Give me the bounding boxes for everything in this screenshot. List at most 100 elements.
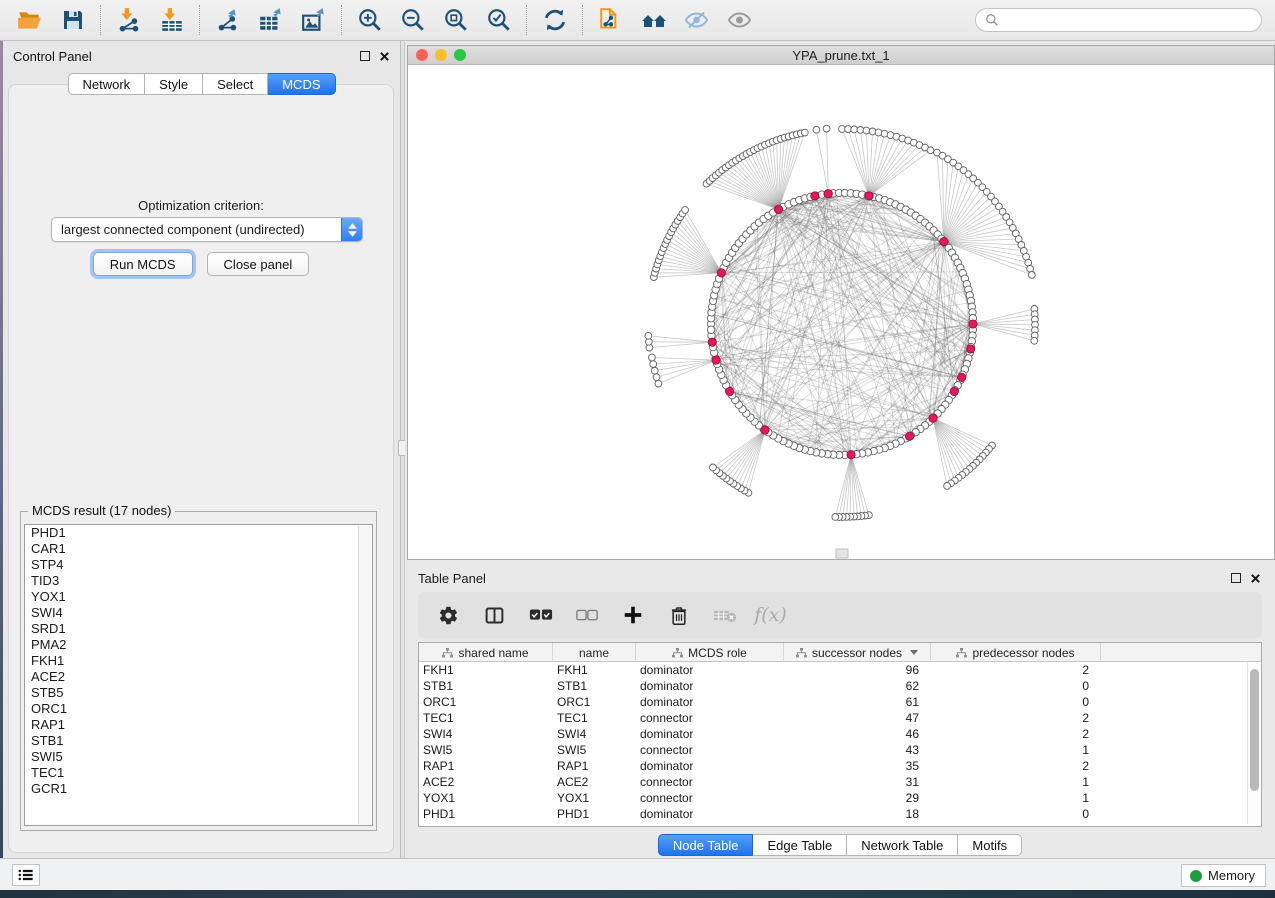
network-canvas[interactable] [408, 65, 1274, 559]
column-header-predecessor-nodes[interactable]: predecessor nodes [931, 643, 1101, 662]
function-builder-button[interactable]: f(x) [752, 597, 789, 633]
import-network-button[interactable] [107, 3, 150, 37]
search-field[interactable] [975, 8, 1262, 32]
table-tab-edge-table[interactable]: Edge Table [753, 834, 847, 856]
run-mcds-button[interactable]: Run MCDS [93, 252, 193, 276]
table-panel: Table Panel [405, 565, 1275, 858]
refresh-view-button[interactable] [533, 3, 576, 37]
mcds-result-list[interactable]: PHD1CAR1STP4TID3YOX1SWI4SRD1PMA2FKH1ACE2… [24, 524, 373, 826]
tab-network[interactable]: Network [67, 73, 145, 95]
mcds-result-item[interactable]: FKH1 [25, 653, 372, 669]
show-all-button[interactable] [718, 3, 761, 37]
column-header-shared-name[interactable]: shared name [419, 643, 553, 662]
cell-shared-name: ACE2 [419, 774, 553, 790]
table-row[interactable]: FKH1FKH1dominator962 [419, 662, 1261, 678]
criterion-dropdown[interactable]: largest connected component (undirected) [51, 217, 363, 242]
mcds-result-item[interactable]: SWI5 [25, 749, 372, 765]
search-input[interactable] [1004, 13, 1261, 27]
save-session-button[interactable] [51, 3, 94, 37]
zoom-out-button[interactable] [391, 3, 434, 37]
hide-selected-button[interactable] [675, 3, 718, 37]
cell-empty [1101, 742, 1261, 758]
mcds-result-item[interactable]: PHD1 [25, 525, 372, 541]
table-vertical-scrollbar[interactable] [1247, 663, 1259, 824]
table-row[interactable]: STB1STB1dominator620 [419, 678, 1261, 694]
close-table-panel-icon[interactable] [1250, 573, 1261, 584]
zoom-in-button[interactable] [348, 3, 391, 37]
mcds-result-item[interactable]: STB5 [25, 685, 372, 701]
memory-button[interactable]: Memory [1181, 864, 1266, 887]
tab-select[interactable]: Select [203, 73, 268, 95]
canvas-splitter-grip[interactable] [836, 549, 848, 558]
split-panel-button[interactable] [476, 597, 513, 633]
export-network-button[interactable] [206, 3, 249, 37]
table-header-row: shared name name MCDS rolesuccessor nodesp… [419, 643, 1261, 662]
cell-name: SWI5 [553, 742, 636, 758]
split-columns-icon [484, 605, 505, 626]
select-all-columns-button[interactable] [522, 597, 559, 633]
table-row[interactable]: SWI5SWI5connector431 [419, 742, 1261, 758]
table-row[interactable]: ACE2ACE2connector311 [419, 774, 1261, 790]
float-panel-icon[interactable] [360, 51, 370, 61]
tab-style[interactable]: Style [145, 73, 203, 95]
column-header-successor-nodes[interactable]: successor nodes [784, 643, 931, 662]
search-icon [985, 13, 999, 27]
mcds-result-item[interactable]: SRD1 [25, 621, 372, 637]
mcds-result-item[interactable]: TID3 [25, 573, 372, 589]
float-table-panel-icon[interactable] [1231, 573, 1241, 583]
toolbar-separator [582, 5, 583, 35]
mcds-result-item[interactable]: STP4 [25, 557, 372, 573]
mcds-result-item[interactable]: GCR1 [25, 781, 372, 797]
cell-name: YOX1 [553, 790, 636, 806]
open-file-button[interactable] [8, 3, 51, 37]
column-label: name [579, 646, 609, 660]
deselect-all-columns-button[interactable] [568, 597, 605, 633]
mcds-result-item[interactable]: ORC1 [25, 701, 372, 717]
mcds-result-item[interactable]: STB1 [25, 733, 372, 749]
cell-mcds-role: dominator [636, 694, 784, 710]
import-table-button[interactable] [150, 3, 193, 37]
table-settings-button[interactable] [430, 597, 467, 633]
first-neighbors-button[interactable] [632, 3, 675, 37]
mcds-result-item[interactable]: CAR1 [25, 541, 372, 557]
table-tab-node-table[interactable]: Node Table [658, 834, 754, 856]
export-image-button[interactable] [292, 3, 335, 37]
cell-predecessor-nodes: 2 [931, 662, 1101, 678]
delete-table-button[interactable] [706, 597, 743, 633]
table-row[interactable]: SWI4SWI4dominator462 [419, 726, 1261, 742]
cell-mcds-role: dominator [636, 806, 784, 822]
delete-column-button[interactable] [660, 597, 697, 633]
column-header-MCDS-role[interactable]: MCDS role [636, 643, 784, 662]
close-panel-icon[interactable] [379, 51, 390, 62]
mcds-result-item[interactable]: YOX1 [25, 589, 372, 605]
column-header-name[interactable]: name [553, 643, 636, 662]
zoom-selected-button[interactable] [477, 3, 520, 37]
table-row[interactable]: ORC1ORC1dominator610 [419, 694, 1261, 710]
table-tab-network-table[interactable]: Network Table [847, 834, 958, 856]
table-scrollbar-thumb[interactable] [1250, 669, 1259, 791]
mcds-result-item[interactable]: PMA2 [25, 637, 372, 653]
close-panel-button[interactable]: Close panel [207, 252, 310, 276]
eye-icon [726, 7, 753, 33]
tab-mcds[interactable]: MCDS [268, 73, 335, 95]
cell-mcds-role: connector [636, 774, 784, 790]
task-history-button[interactable] [12, 864, 40, 886]
mcds-result-item[interactable]: SWI4 [25, 605, 372, 621]
mcds-list-scrollbar[interactable] [358, 526, 371, 824]
table-tab-motifs[interactable]: Motifs [958, 834, 1022, 856]
mcds-result-item[interactable]: TEC1 [25, 765, 372, 781]
table-row[interactable]: YOX1YOX1connector291 [419, 790, 1261, 806]
export-table-button[interactable] [249, 3, 292, 37]
mcds-result-item[interactable]: RAP1 [25, 717, 372, 733]
duplicate-network-button[interactable] [589, 3, 632, 37]
cell-predecessor-nodes: 1 [931, 742, 1101, 758]
zoom-fit-button[interactable] [434, 3, 477, 37]
network-graph[interactable] [408, 65, 1274, 559]
cell-name: ACE2 [553, 774, 636, 790]
table-row[interactable]: RAP1RAP1dominator352 [419, 758, 1261, 774]
table-row[interactable]: TEC1TEC1connector472 [419, 710, 1261, 726]
add-column-button[interactable] [614, 597, 651, 633]
table-row[interactable]: PHD1PHD1dominator180 [419, 806, 1261, 822]
network-titlebar[interactable]: YPA_prune.txt_1 [408, 46, 1274, 65]
mcds-result-item[interactable]: ACE2 [25, 669, 372, 685]
